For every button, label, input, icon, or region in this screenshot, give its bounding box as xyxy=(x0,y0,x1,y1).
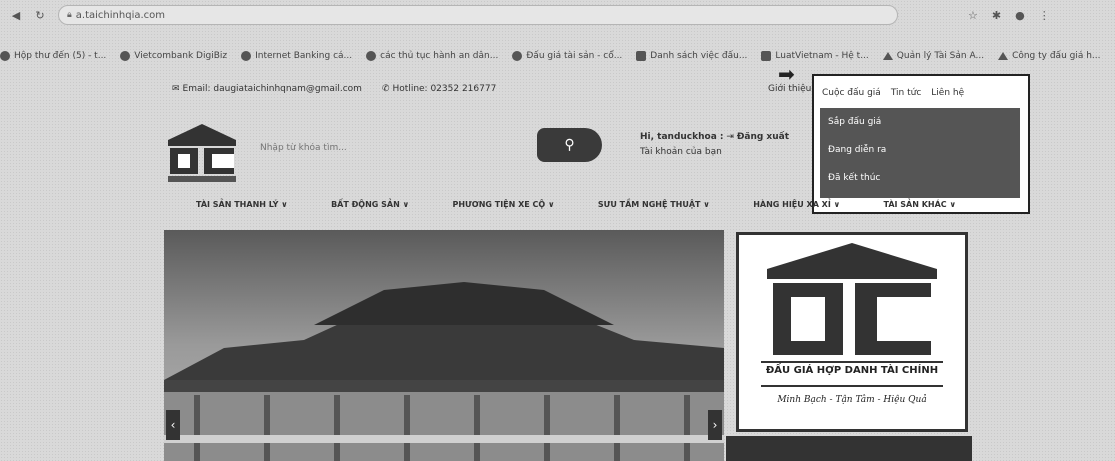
search-icon: ⚲ xyxy=(564,137,575,153)
bookmark-item[interactable]: Công ty đấu giá h... xyxy=(998,51,1101,61)
bookmark-item[interactable]: Vietcombank DigiBiz xyxy=(120,51,227,61)
reload-icon[interactable]: ↻ xyxy=(32,7,48,23)
logo-graphic xyxy=(168,124,236,182)
category-art[interactable]: SƯU TẦM NGHỆ THUẬT ∨ xyxy=(598,200,710,209)
drive-icon xyxy=(882,52,893,60)
search-input[interactable] xyxy=(254,136,562,160)
account-area: Hi, tanduckhoa : ⇥ Đăng xuất Tài khoản c… xyxy=(640,130,789,160)
site-logo[interactable] xyxy=(166,122,238,184)
profile-icon[interactable]: ● xyxy=(1015,9,1025,22)
back-icon[interactable]: ◀ xyxy=(8,7,24,23)
bookmark-label: LuatVietnam - Hệ t... xyxy=(775,51,869,61)
bank-icon xyxy=(241,51,252,61)
nav-auctions[interactable]: Cuộc đấu giá xyxy=(822,88,881,98)
dropdown-item-upcoming[interactable]: Sắp đấu giá xyxy=(820,108,1020,136)
puzzle-icon[interactable]: ✱ xyxy=(992,9,1001,22)
star-icon[interactable]: ☆ xyxy=(968,9,978,22)
list-icon xyxy=(636,51,647,61)
dropdown-item-finished[interactable]: Đã kết thúc xyxy=(820,164,1020,192)
nav-news[interactable]: Tin tức xyxy=(891,88,921,98)
bookmark-item[interactable]: LuatVietnam - Hệ t... xyxy=(761,51,869,61)
contact-bar: ✉ Email: daugiataichinhqnam@gmail.com ✆ Ho… xyxy=(172,84,496,94)
nav-about-visible[interactable]: Giới thiệu xyxy=(768,84,811,94)
about-link-wrap: Giới thiệu xyxy=(768,84,811,94)
category-luxury[interactable]: HÀNG HIỆU XA XỈ ∨ xyxy=(753,200,840,209)
address-bar[interactable]: 🔒︎ a.taichinhqia.com xyxy=(58,5,898,25)
search-button[interactable]: ⚲ xyxy=(537,128,602,162)
bookmark-item[interactable]: Quản lý Tài Sản A... xyxy=(882,51,985,61)
top-nav-links: Giới thiệu Cuộc đấu giá Tin tức Liên hệ xyxy=(822,88,964,98)
bookmark-label: Danh sách việc đấu... xyxy=(650,51,748,61)
chevron-left-icon: ‹ xyxy=(170,418,176,432)
logout-link[interactable]: ⇥ Đăng xuất xyxy=(726,132,789,142)
lock-icon: 🔒︎ xyxy=(67,10,72,20)
highlighted-menu-frame: Giới thiệu Cuộc đấu giá Tin tức Liên hệ … xyxy=(812,74,1030,214)
banner-image xyxy=(164,230,724,461)
mail-icon: ✉ xyxy=(172,84,180,94)
dropdown-item-ongoing[interactable]: Đang diễn ra xyxy=(820,136,1020,164)
bookmark-item[interactable]: Internet Banking cá... xyxy=(241,51,352,61)
menu-icon[interactable]: ⋮ xyxy=(1039,9,1050,22)
logout-label: Đăng xuất xyxy=(736,132,790,142)
bookmark-item[interactable]: Đấu giá tài sản - cổ... xyxy=(512,51,622,61)
arrow-annotation-icon: ➡ xyxy=(778,62,795,86)
my-account-link[interactable]: Tài khoản của bạn xyxy=(640,145,789,160)
bookmark-label: Quản lý Tài Sản A... xyxy=(896,51,985,61)
side-advertisement[interactable]: ĐẤU GIÁ HỢP DANH TÀI CHÍNH Minh Bạch - T… xyxy=(736,232,968,432)
browser-toolbar: ◀ ↻ 🔒︎ a.taichinhqia.com ☆ ✱ ● ⋮ xyxy=(0,0,1115,30)
side-ad-footer xyxy=(726,436,972,461)
email-text: Email: daugiataichinhqnam@gmail.com xyxy=(182,84,362,94)
bookmark-label: các thủ tục hành an dân... xyxy=(380,51,499,61)
category-liquidation[interactable]: TÀI SẢN THANH LÝ ∨ xyxy=(196,200,288,209)
bookmark-label: Vietcombank DigiBiz xyxy=(134,51,228,61)
auction-icon xyxy=(512,51,523,61)
email-info[interactable]: ✉ Email: daugiataichinhqnam@gmail.com xyxy=(172,84,362,94)
law-icon xyxy=(761,51,772,61)
category-vehicles[interactable]: PHƯƠNG TIỆN XE CỘ ∨ xyxy=(452,200,554,209)
bank-icon xyxy=(120,51,131,61)
bookmark-label: Đấu giá tài sản - cổ... xyxy=(526,51,623,61)
category-nav: TÀI SẢN THANH LÝ ∨ BẤT ĐỘNG SẢN ∨ PHƯƠNG… xyxy=(196,200,956,209)
side-ad-motto: Minh Bạch - Tận Tâm - Hiệu Quả xyxy=(777,395,927,405)
side-ad-title: ĐẤU GIÁ HỢP DANH TÀI CHÍNH xyxy=(765,365,939,376)
bookmarks-bar: Hộp thư đến (5) - t... Vietcombank DigiB… xyxy=(0,46,1115,66)
logout-icon: ⇥ xyxy=(726,132,734,142)
carousel-prev-button[interactable]: ‹ xyxy=(166,410,180,440)
hotline-text: Hotline: 02352 216777 xyxy=(392,84,497,94)
drive-icon xyxy=(998,52,1009,60)
nav-contact[interactable]: Liên hệ xyxy=(931,88,964,98)
category-other[interactable]: TÀI SẢN KHÁC ∨ xyxy=(884,200,956,209)
bookmark-label: Công ty đấu giá h... xyxy=(1012,51,1101,61)
greeting-text: Hi, tanduckhoa : xyxy=(640,132,724,142)
bookmark-item[interactable]: Danh sách việc đấu... xyxy=(636,51,747,61)
url-text: a.taichinhqia.com xyxy=(75,9,166,21)
bookmark-item[interactable]: Hộp thư đến (5) - t... xyxy=(0,51,106,61)
mail-icon xyxy=(0,51,10,61)
category-real-estate[interactable]: BẤT ĐỘNG SẢN ∨ xyxy=(331,200,409,209)
hotline-info[interactable]: ✆ Hotline: 02352 216777 xyxy=(382,84,496,94)
google-icon xyxy=(366,51,377,61)
bookmark-label: Hộp thư đến (5) - t... xyxy=(14,51,107,61)
bookmark-item[interactable]: các thủ tục hành an dân... xyxy=(366,51,498,61)
phone-icon: ✆ xyxy=(381,84,390,94)
chevron-right-icon: › xyxy=(712,418,718,432)
bookmark-label: Internet Banking cá... xyxy=(255,51,353,61)
banner-carousel[interactable]: ‹ › xyxy=(164,230,724,461)
carousel-next-button[interactable]: › xyxy=(708,410,722,440)
auctions-dropdown: Sắp đấu giá Đang diễn ra Đã kết thúc xyxy=(820,108,1020,198)
